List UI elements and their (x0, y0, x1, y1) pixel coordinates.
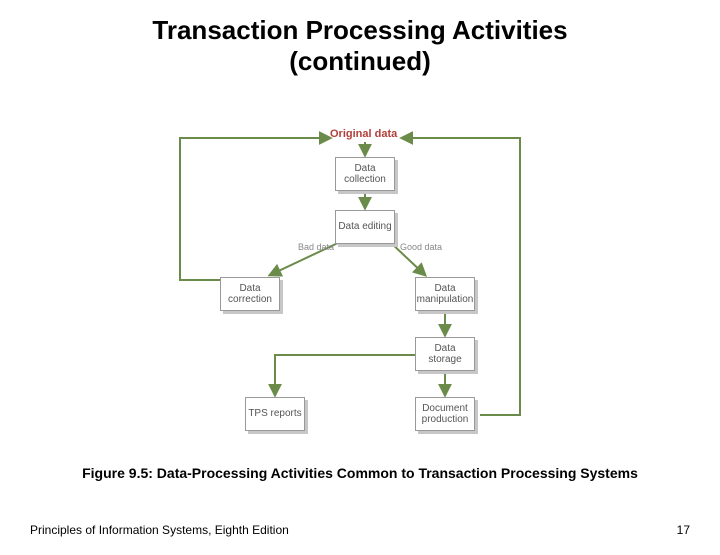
label-good-data: Good data (400, 242, 442, 252)
box-tps-reports: TPS reports (245, 397, 305, 431)
title-line-1: Transaction Processing Activities (152, 15, 567, 45)
page-number: 17 (677, 523, 690, 537)
slide-title: Transaction Processing Activities (conti… (40, 15, 680, 77)
footer-source: Principles of Information Systems, Eight… (30, 523, 289, 537)
label-bad-data: Bad data (298, 242, 334, 252)
box-data-correction: Data correction (220, 277, 280, 311)
box-data-storage: Data storage (415, 337, 475, 371)
flow-diagram: Original data Data collection Data editi… (160, 130, 560, 460)
original-data-label: Original data (330, 128, 397, 140)
box-data-editing: Data editing (335, 210, 395, 244)
title-line-2: (continued) (289, 46, 431, 76)
box-data-manipulation: Data manipulation (415, 277, 475, 311)
figure-caption: Figure 9.5: Data-Processing Activities C… (60, 465, 660, 481)
box-document-production: Document production (415, 397, 475, 431)
box-data-collection: Data collection (335, 157, 395, 191)
